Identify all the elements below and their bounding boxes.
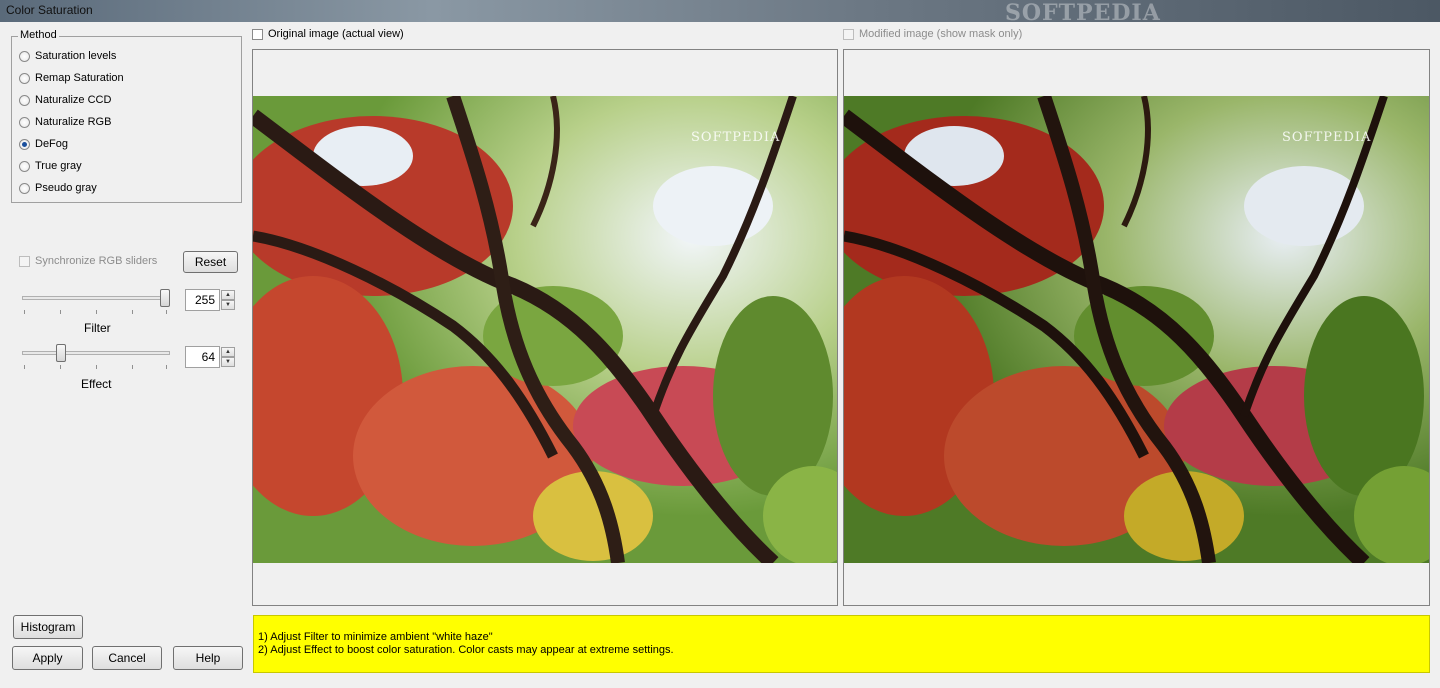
- effect-slider-track[interactable]: [22, 351, 170, 355]
- radio-pseudo-gray[interactable]: Pseudo gray: [19, 180, 97, 196]
- help-button[interactable]: Help: [173, 646, 243, 670]
- filter-spin-down[interactable]: ▼: [221, 300, 235, 310]
- filter-slider-thumb[interactable]: [160, 289, 170, 307]
- original-image-pane[interactable]: SOFTPEDIA: [252, 49, 838, 606]
- image-watermark: SOFTPEDIA: [1282, 130, 1372, 145]
- modified-image-checkbox[interactable]: Modified image (show mask only): [843, 28, 1022, 40]
- radio-saturation-levels[interactable]: Saturation levels: [19, 48, 116, 64]
- hint-box: 1) Adjust Filter to minimize ambient "wh…: [253, 615, 1430, 673]
- hint-line: 1) Adjust Filter to minimize ambient "wh…: [258, 631, 493, 643]
- modified-image-pane[interactable]: SOFTPEDIA: [843, 49, 1430, 606]
- reset-button[interactable]: Reset: [183, 251, 238, 273]
- filter-spin-up[interactable]: ▲: [221, 290, 235, 300]
- radio-remap-saturation[interactable]: Remap Saturation: [19, 70, 124, 86]
- tick-mark: [96, 310, 97, 314]
- radio-indicator-selected[interactable]: [19, 138, 30, 150]
- window-title: Color Saturation: [6, 3, 93, 17]
- sync-rgb-checkbox[interactable]: Synchronize RGB sliders: [19, 255, 157, 267]
- radio-naturalize-ccd[interactable]: Naturalize CCD: [19, 92, 111, 108]
- original-photo: SOFTPEDIA: [253, 96, 837, 563]
- radio-indicator[interactable]: [19, 160, 30, 172]
- tick-mark: [166, 310, 167, 314]
- radio-indicator[interactable]: [19, 72, 30, 84]
- effect-slider-thumb[interactable]: [56, 344, 66, 362]
- modified-photo: SOFTPEDIA: [844, 96, 1429, 563]
- effect-value-input[interactable]: 64: [185, 346, 220, 368]
- tick-mark: [132, 365, 133, 369]
- radio-indicator[interactable]: [19, 94, 30, 106]
- histogram-button[interactable]: Histogram: [13, 615, 83, 639]
- photo-graphic: [253, 96, 837, 563]
- effect-label: Effect: [81, 377, 112, 391]
- radio-defog[interactable]: DeFog: [19, 136, 68, 152]
- tick-mark: [24, 365, 25, 369]
- filter-slider-track[interactable]: [22, 296, 170, 300]
- radio-naturalize-rgb[interactable]: Naturalize RGB: [19, 114, 111, 130]
- photo-graphic: [844, 96, 1429, 563]
- hint-line: 2) Adjust Effect to boost color saturati…: [258, 644, 674, 656]
- method-legend: Method: [18, 29, 59, 41]
- radio-true-gray[interactable]: True gray: [19, 158, 82, 174]
- tick-mark: [60, 365, 61, 369]
- tick-mark: [166, 365, 167, 369]
- filter-value-input[interactable]: 255: [185, 289, 220, 311]
- title-bar[interactable]: Color Saturation SOFTPEDIA: [0, 0, 1440, 26]
- tick-mark: [96, 365, 97, 369]
- image-watermark: SOFTPEDIA: [691, 130, 781, 145]
- radio-indicator[interactable]: [19, 50, 30, 62]
- checkbox-box[interactable]: [19, 255, 30, 267]
- checkbox-box[interactable]: [843, 28, 854, 40]
- radio-indicator[interactable]: [19, 116, 30, 128]
- tick-mark: [60, 310, 61, 314]
- apply-button[interactable]: Apply: [12, 646, 83, 670]
- checkbox-box[interactable]: [252, 28, 263, 40]
- original-image-checkbox[interactable]: Original image (actual view): [252, 28, 404, 40]
- filter-label: Filter: [84, 321, 111, 335]
- effect-spin-down[interactable]: ▼: [221, 357, 235, 367]
- radio-indicator[interactable]: [19, 182, 30, 194]
- effect-spin-up[interactable]: ▲: [221, 347, 235, 357]
- tick-mark: [132, 310, 133, 314]
- tick-mark: [24, 310, 25, 314]
- cancel-button[interactable]: Cancel: [92, 646, 162, 670]
